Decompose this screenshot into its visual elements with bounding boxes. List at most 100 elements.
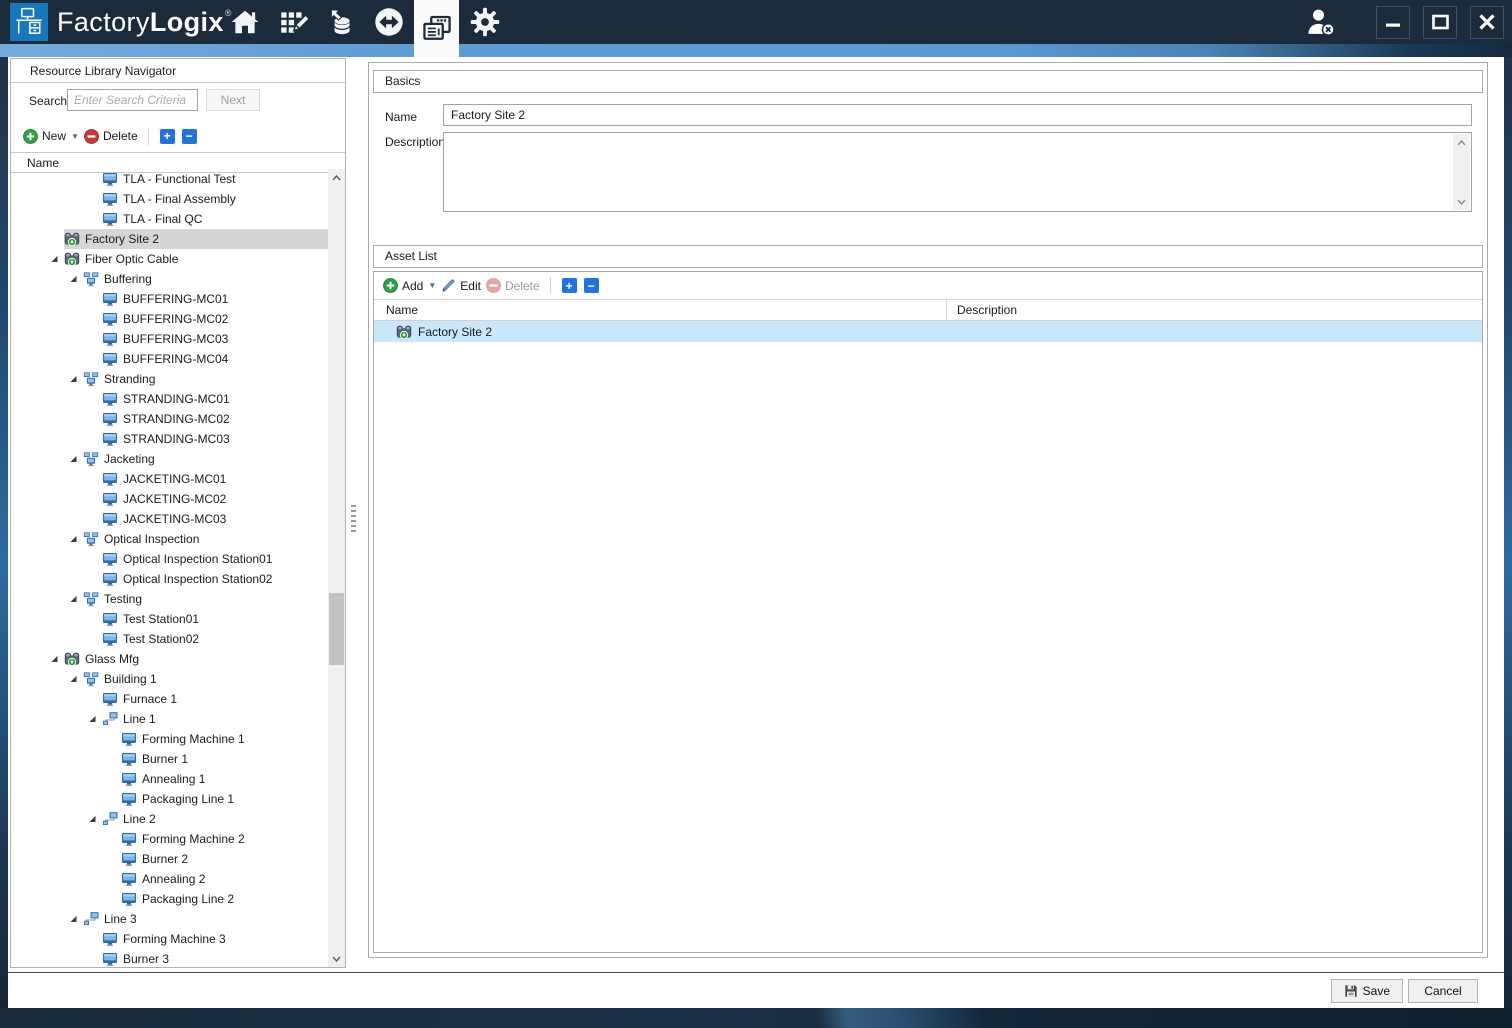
expand-all-button[interactable]: +: [158, 127, 176, 145]
delete-button[interactable]: Delete: [84, 128, 138, 144]
tree-item[interactable]: ◢ Stranding: [11, 369, 328, 389]
tree-expander-icon[interactable]: ◢: [64, 529, 83, 549]
tree-item[interactable]: Packaging Line 1: [11, 789, 328, 809]
tree-expander-icon[interactable]: ◢: [64, 269, 83, 289]
tree-item[interactable]: STRANDING-MC01: [11, 389, 328, 409]
tree-item[interactable]: JACKETING-MC03: [11, 509, 328, 529]
search-input[interactable]: [67, 89, 198, 111]
add-dropdown-caret-icon[interactable]: ▼: [428, 281, 436, 290]
scroll-up-icon[interactable]: [328, 169, 345, 186]
tree-expander-icon[interactable]: ◢: [45, 649, 64, 669]
logout-user-button[interactable]: [1301, 4, 1341, 40]
tree-item[interactable]: BUFFERING-MC03: [11, 329, 328, 349]
tree-scrollbar-thumb[interactable]: [329, 593, 344, 665]
tree-item[interactable]: JACKETING-MC02: [11, 489, 328, 509]
gear-icon: [470, 7, 499, 37]
tree-expander-icon[interactable]: ◢: [64, 589, 83, 609]
tree-expander-icon[interactable]: ◢: [83, 809, 102, 829]
tree-item[interactable]: ◢ Testing: [11, 589, 328, 609]
asset-table-row[interactable]: Factory Site 2: [374, 321, 1482, 342]
tree-item[interactable]: Optical Inspection Station02: [11, 569, 328, 589]
tree-item[interactable]: Burner 3: [11, 949, 328, 967]
scroll-down-icon[interactable]: [328, 950, 345, 967]
nav-resources[interactable]: [414, 0, 459, 57]
tree-item[interactable]: Test Station02: [11, 629, 328, 649]
description-scrollbar[interactable]: [1453, 134, 1470, 210]
app-logo: [10, 3, 48, 41]
add-button[interactable]: Add ▼: [383, 278, 436, 293]
logout-user-icon: [1308, 9, 1335, 36]
tree-item[interactable]: Annealing 1: [11, 769, 328, 789]
tree-item[interactable]: ◢ Jacketing: [11, 449, 328, 469]
tree-item[interactable]: Furnace 1: [11, 689, 328, 709]
collapse-all-button[interactable]: −: [582, 277, 600, 294]
collapse-all-button[interactable]: −: [180, 127, 198, 145]
tree-item[interactable]: ◢ Buffering: [11, 269, 328, 289]
tree-item[interactable]: Forming Machine 3: [11, 929, 328, 949]
column-header-name[interactable]: Name: [386, 300, 418, 321]
tree-item[interactable]: BUFFERING-MC02: [11, 309, 328, 329]
panel-splitter-grip[interactable]: [351, 505, 356, 535]
tree-item[interactable]: ◢ Line 3: [11, 909, 328, 929]
tree-expander-icon[interactable]: ◢: [64, 909, 83, 929]
tree-item[interactable]: JACKETING-MC01: [11, 469, 328, 489]
name-field[interactable]: [443, 104, 1472, 126]
nav-home[interactable]: [222, 0, 267, 44]
edit-button[interactable]: Edit: [441, 278, 481, 293]
tree-item-label: Line 2: [123, 812, 156, 826]
save-button[interactable]: Save: [1330, 978, 1403, 1003]
tree-item[interactable]: ◢ Optical Inspection: [11, 529, 328, 549]
tree-toolbar: New ▼ Delete + −: [11, 122, 345, 150]
tree-item[interactable]: ◢ Line 1: [11, 709, 328, 729]
tree-item[interactable]: ◢ Building 1: [11, 669, 328, 689]
cancel-button[interactable]: Cancel: [1408, 978, 1478, 1003]
column-header-description[interactable]: Description: [957, 300, 1017, 321]
minimize-button[interactable]: [1376, 5, 1410, 39]
tree-expander-icon[interactable]: ◢: [64, 449, 83, 469]
close-button[interactable]: [1470, 5, 1504, 39]
tree-item[interactable]: ◢ Glass Mfg: [11, 649, 328, 669]
nav-transfer[interactable]: [366, 0, 411, 44]
nav-data-import[interactable]: [318, 0, 363, 44]
tree-item[interactable]: Forming Machine 1: [11, 729, 328, 749]
tree-item[interactable]: Test Station01: [11, 609, 328, 629]
tree-expander-icon[interactable]: ◢: [64, 369, 83, 389]
scroll-down-icon[interactable]: [1453, 193, 1470, 210]
expand-all-button[interactable]: +: [560, 277, 578, 294]
tree-item[interactable]: STRANDING-MC02: [11, 409, 328, 429]
tree-item[interactable]: Annealing 2: [11, 869, 328, 889]
tree-machine-icon: [102, 351, 118, 367]
delete-asset-button[interactable]: Delete: [486, 278, 540, 293]
tree-expander-icon[interactable]: ◢: [83, 709, 102, 729]
tree-scrollbar[interactable]: [328, 169, 345, 967]
tree-item[interactable]: BUFFERING-MC04: [11, 349, 328, 369]
tree-item[interactable]: ◢ Fiber Optic Cable: [11, 249, 328, 269]
tree-item[interactable]: Packaging Line 2: [11, 889, 328, 909]
tree-item[interactable]: Optical Inspection Station01: [11, 549, 328, 569]
tree-item[interactable]: STRANDING-MC03: [11, 429, 328, 449]
tree-item[interactable]: ◢ Line 2: [11, 809, 328, 829]
tree-machine-icon: [102, 471, 118, 487]
tree-item[interactable]: TLA - Final QC: [11, 209, 328, 229]
tree-expander-icon[interactable]: ◢: [45, 249, 64, 269]
new-button[interactable]: New ▼: [23, 128, 79, 144]
tree-item[interactable]: Burner 1: [11, 749, 328, 769]
tree-item-label: Forming Machine 1: [142, 732, 245, 746]
tree-expander-icon[interactable]: ◢: [64, 669, 83, 689]
description-textarea[interactable]: [443, 132, 1472, 212]
add-circle-icon: [383, 278, 398, 293]
column-divider[interactable]: [946, 300, 947, 320]
new-dropdown-caret-icon[interactable]: ▼: [71, 132, 79, 141]
tree-item[interactable]: TLA - Functional Test: [11, 169, 328, 189]
tree-item[interactable]: TLA - Final Assembly: [11, 189, 328, 209]
next-button[interactable]: Next: [206, 89, 260, 111]
nav-settings[interactable]: [462, 0, 507, 44]
tree-item[interactable]: Factory Site 2: [11, 229, 328, 249]
scroll-up-icon[interactable]: [1453, 134, 1470, 151]
save-button-label: Save: [1362, 983, 1390, 998]
maximize-button[interactable]: [1423, 5, 1457, 39]
tree-item[interactable]: Burner 2: [11, 849, 328, 869]
nav-planning[interactable]: [270, 0, 315, 44]
tree-item[interactable]: Forming Machine 2: [11, 829, 328, 849]
tree-item[interactable]: BUFFERING-MC01: [11, 289, 328, 309]
